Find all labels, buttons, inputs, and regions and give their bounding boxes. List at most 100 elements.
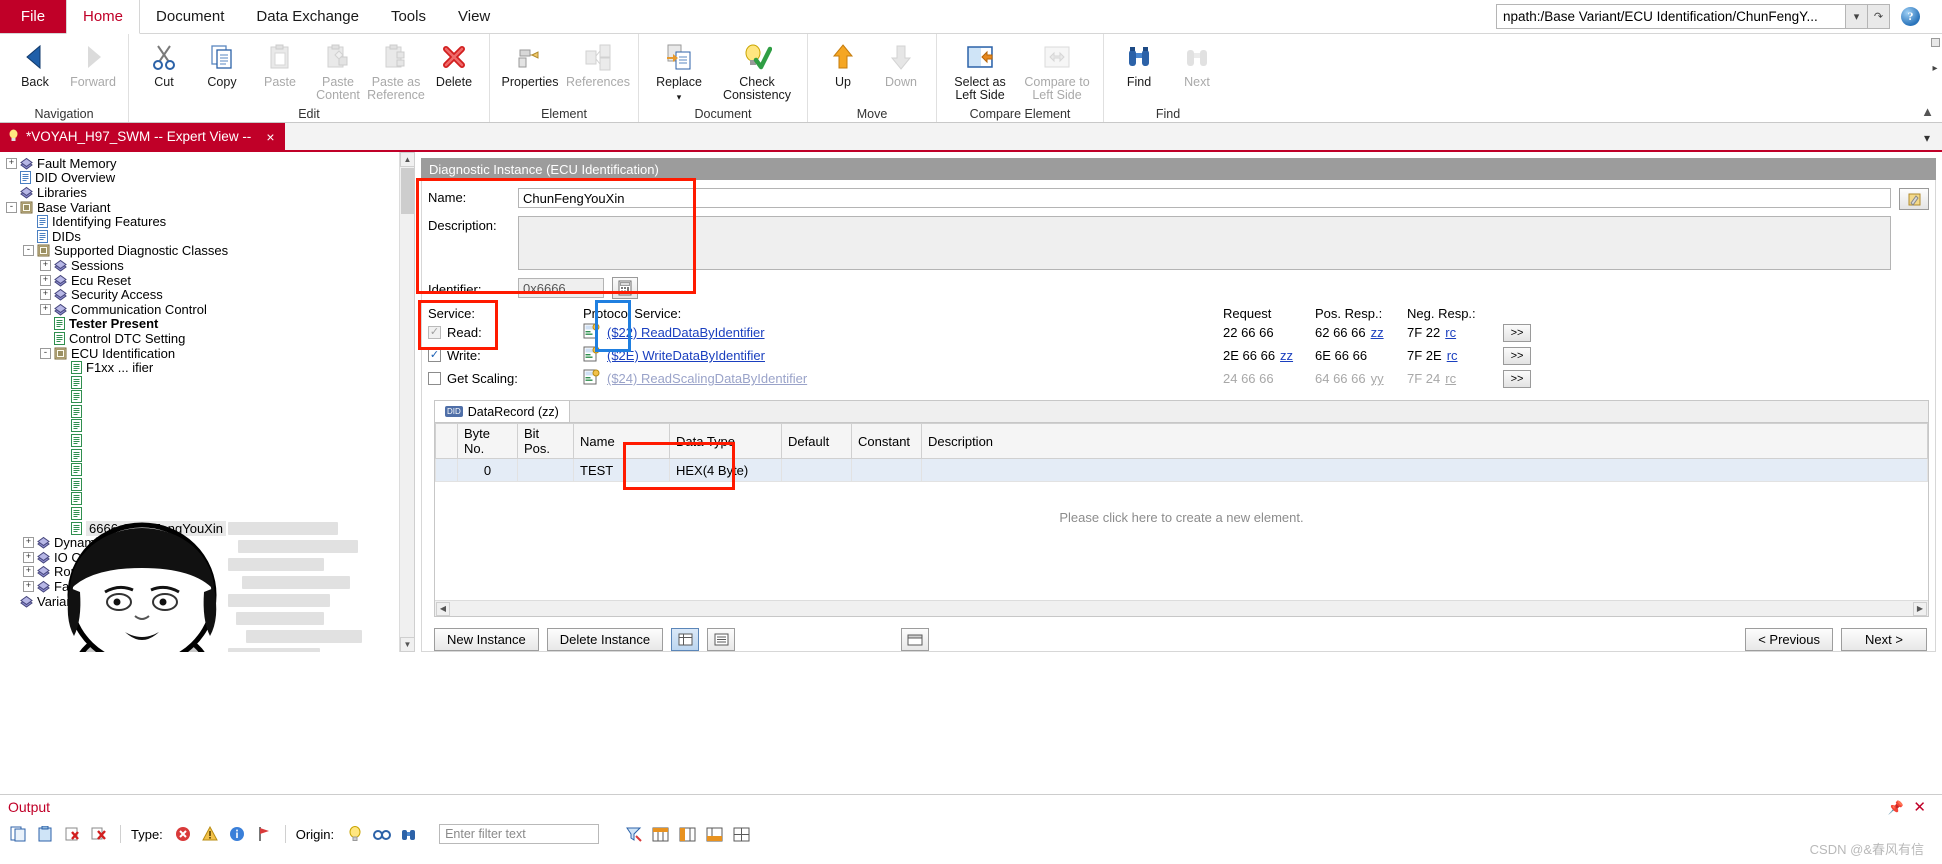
select-as-left-side-button[interactable]: Select as Left Side [943,38,1017,104]
table2-icon[interactable] [677,824,698,844]
tab-data-exchange[interactable]: Data Exchange [240,0,375,33]
chevron-left-icon[interactable]: ◀ [436,601,450,616]
tree-item[interactable]: Control DTC Setting [6,331,414,346]
tree-item[interactable]: + Fault Memory [6,579,414,594]
tree-item[interactable] [6,433,414,448]
calculator-icon[interactable] [612,277,638,299]
scrollbar-thumb[interactable] [401,168,414,214]
error-icon[interactable] [173,824,194,844]
service-checkbox[interactable]: ✓ [428,349,441,362]
previous-button[interactable]: < Previous [1745,628,1833,651]
collapse-icon[interactable]: - [6,201,17,213]
tab-home[interactable]: Home [66,0,141,34]
chevron-down-icon[interactable]: ▾ [1924,131,1930,145]
replace-dropdown-icon[interactable]: ▾ [677,91,682,104]
edit-pencil-icon[interactable] [1899,188,1929,210]
list-view-icon[interactable] [707,628,736,651]
paste-as-reference-button[interactable]: Paste as Reference [367,38,425,104]
tree-item[interactable]: + Sessions [6,258,414,273]
cut-button[interactable]: Cut [135,38,193,91]
delete-button[interactable]: Delete [425,38,483,91]
address-input[interactable]: npath:/Base Variant/ECU Identification/C… [1496,4,1846,29]
table1-icon[interactable] [650,824,671,844]
expand-icon[interactable]: + [40,274,51,286]
expand-icon[interactable]: + [23,537,34,549]
filter-icon[interactable] [623,824,644,844]
pos-resp-suffix[interactable]: yy [1371,371,1384,386]
datarecord-column-header[interactable]: Default [781,423,852,459]
collapse-icon[interactable]: - [40,347,51,359]
tree-item[interactable]: + Communication Control [6,302,414,317]
tree-item[interactable]: Libraries [6,185,414,200]
table4-icon[interactable] [731,824,752,844]
tree-item[interactable]: Identifying Features [6,214,414,229]
tree-item[interactable]: + Ecu Reset [6,273,414,288]
datarecord-column-header[interactable]: Data Type [669,423,782,459]
table-row[interactable]: 0 TEST HEX(4 Byte) [435,458,1928,482]
chevron-right-icon[interactable]: ▶ [1913,601,1927,616]
document-tab-expert-view[interactable]: *VOYAH_H97_SWM -- Expert View -- × [0,123,285,150]
tree-item[interactable]: DID Overview [6,170,414,185]
tree-item[interactable] [6,492,414,507]
grid-view-icon[interactable] [671,628,700,651]
datarecord-column-header[interactable]: Constant [851,423,922,459]
chevron-right-icon[interactable]: ▸ [1932,63,1937,74]
flag-red-icon[interactable] [254,824,275,844]
tree-item[interactable]: F1xx ... ifier [6,360,414,375]
service-checkbox[interactable] [428,372,441,385]
filter-input[interactable]: Enter filter text [439,824,600,844]
delete-instance-button[interactable]: Delete Instance [546,628,664,651]
scroll-up-icon[interactable]: ▲ [400,152,414,167]
tree-item[interactable] [6,404,414,419]
tree-item[interactable]: - Base Variant [6,200,414,215]
tree-item[interactable] [6,448,414,463]
protocol-service-link[interactable]: ($24) ReadScalingDataByIdentifier [607,371,807,386]
bulb-icon[interactable] [344,824,365,844]
scroll-down-icon[interactable]: ▼ [400,637,414,652]
replace-button[interactable]: Replace ▾ [645,38,713,106]
warning-icon[interactable] [200,824,221,844]
tree-item[interactable]: + Fault Memory [6,156,414,171]
tab-document[interactable]: Document [140,0,240,33]
find-button[interactable]: Find [1110,38,1168,91]
compare-to-left-side-button[interactable]: Compare to Left Side [1017,38,1097,104]
binoculars-icon[interactable] [398,824,419,844]
tab-datarecord[interactable]: DID DataRecord (zz) [435,401,570,422]
datarecord-column-header[interactable]: Byte No. [457,423,518,459]
tree-item[interactable]: - Supported Diagnostic Classes [6,243,414,258]
paste-content-button[interactable]: Paste Content [309,38,367,104]
request-suffix[interactable]: zz [1280,348,1293,363]
glasses-icon[interactable] [371,824,392,844]
clear-icon[interactable] [62,824,83,844]
tree-item[interactable]: + Dynamic Data [6,535,414,550]
collapse-icon[interactable]: - [23,245,34,257]
expand-icon[interactable]: + [40,259,51,271]
datarecord-empty-area[interactable]: Please click here to create a new elemen… [435,482,1928,600]
datarecord-column-header[interactable] [435,423,458,459]
tree-item[interactable]: Variants [6,594,414,609]
tree-item[interactable]: - ECU Identification [6,346,414,361]
chevron-down-icon[interactable]: ▾ [1846,4,1868,29]
tree-item[interactable] [6,375,414,390]
next-button[interactable]: Next > [1841,628,1927,651]
tree-item[interactable]: DIDs [6,229,414,244]
tree-item[interactable] [6,390,414,405]
tree-item[interactable] [6,419,414,434]
tree-item[interactable]: 6666 ChunFengYouXin [6,520,414,536]
clear-all-icon[interactable] [89,824,110,844]
export-icon[interactable] [901,628,930,651]
tree-item[interactable]: + Security Access [6,287,414,302]
datarecord-body[interactable]: 0 TEST HEX(4 Byte) [435,458,1928,482]
tree-item[interactable]: + Routine Control [6,564,414,579]
find-next-button[interactable]: Next [1168,38,1226,91]
protocol-service-link[interactable]: ($22) ReadDataByIdentifier [607,325,765,340]
references-button[interactable]: References [564,38,632,91]
expand-service-button[interactable]: >> [1503,323,1531,342]
properties-button[interactable]: Properties [496,38,564,91]
name-input[interactable]: ChunFengYouXin [518,188,1891,208]
tab-view[interactable]: View [442,0,506,33]
table3-icon[interactable] [704,824,725,844]
expand-service-button[interactable]: >> [1503,369,1531,388]
expand-icon[interactable]: + [40,289,51,301]
neg-resp-suffix[interactable]: rc [1445,325,1456,340]
